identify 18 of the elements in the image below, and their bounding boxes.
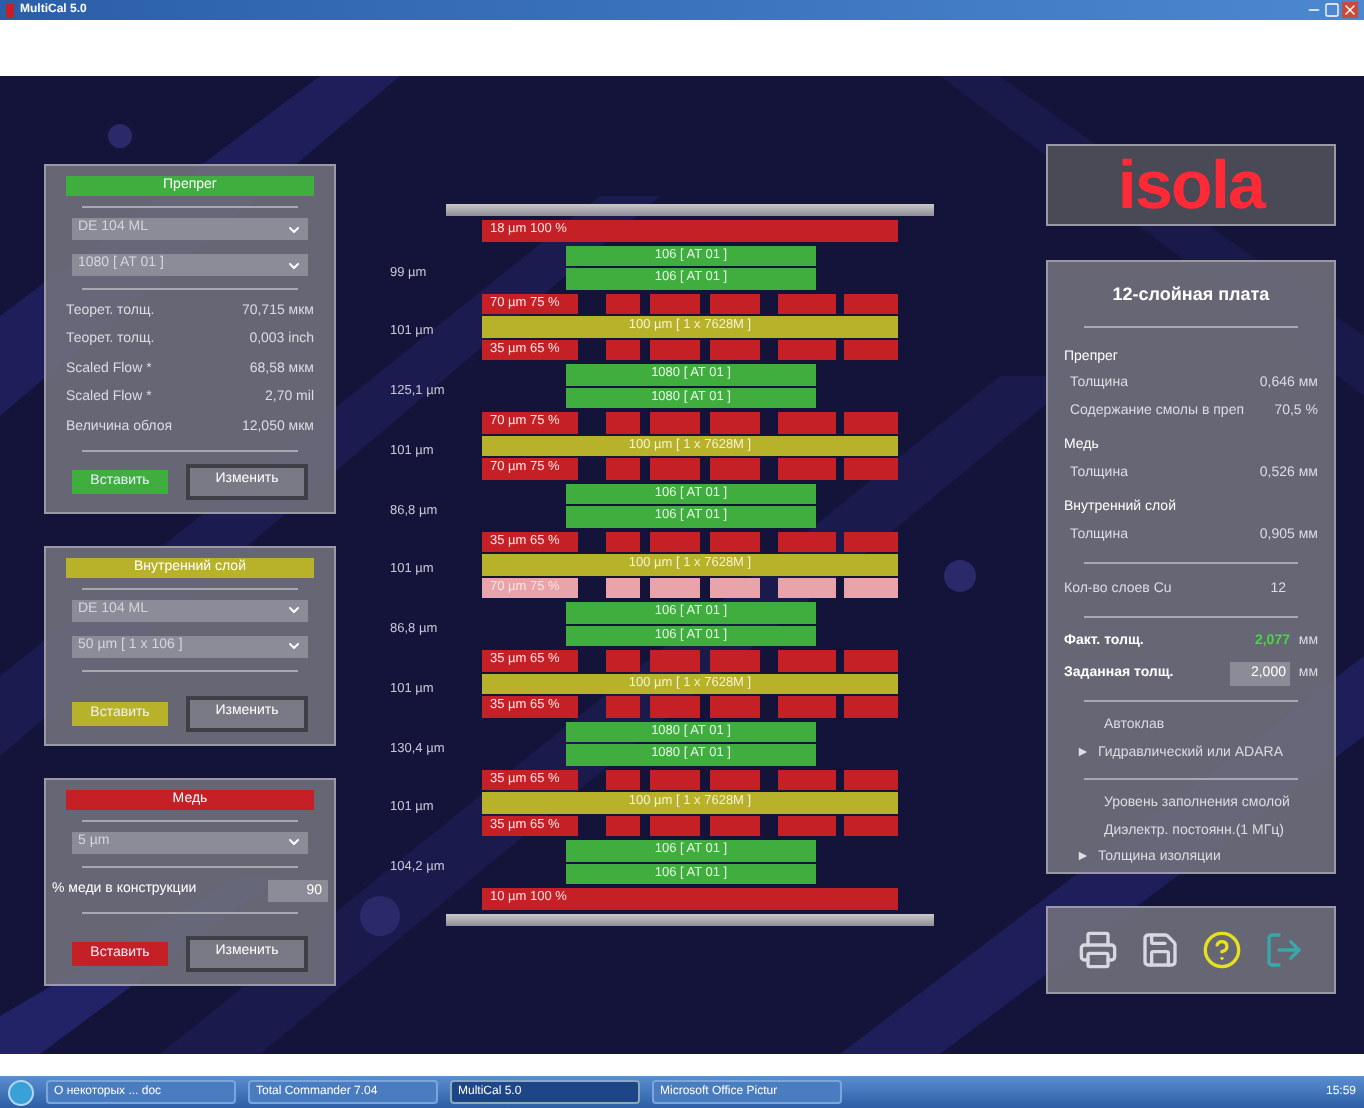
save-icon — [1140, 930, 1181, 970]
close-icon[interactable] — [1342, 2, 1358, 18]
logo: isola — [1046, 144, 1336, 226]
printer-icon — [1078, 930, 1119, 970]
board-title: 12-слойная плата — [1110, 282, 1272, 308]
help-button[interactable] — [1201, 930, 1242, 970]
caret-icon — [286, 638, 302, 654]
caret-icon — [286, 257, 302, 273]
start-button[interactable] — [8, 1079, 34, 1105]
help-icon — [1201, 930, 1242, 970]
caret-icon — [286, 221, 302, 237]
exit-icon — [1263, 930, 1304, 970]
caret-icon — [286, 602, 302, 618]
print-button[interactable] — [1078, 930, 1119, 970]
app-icon — [6, 3, 14, 17]
maximize-icon[interactable] — [1324, 2, 1340, 18]
caret-icon — [286, 834, 302, 850]
save-button[interactable] — [1140, 930, 1181, 970]
